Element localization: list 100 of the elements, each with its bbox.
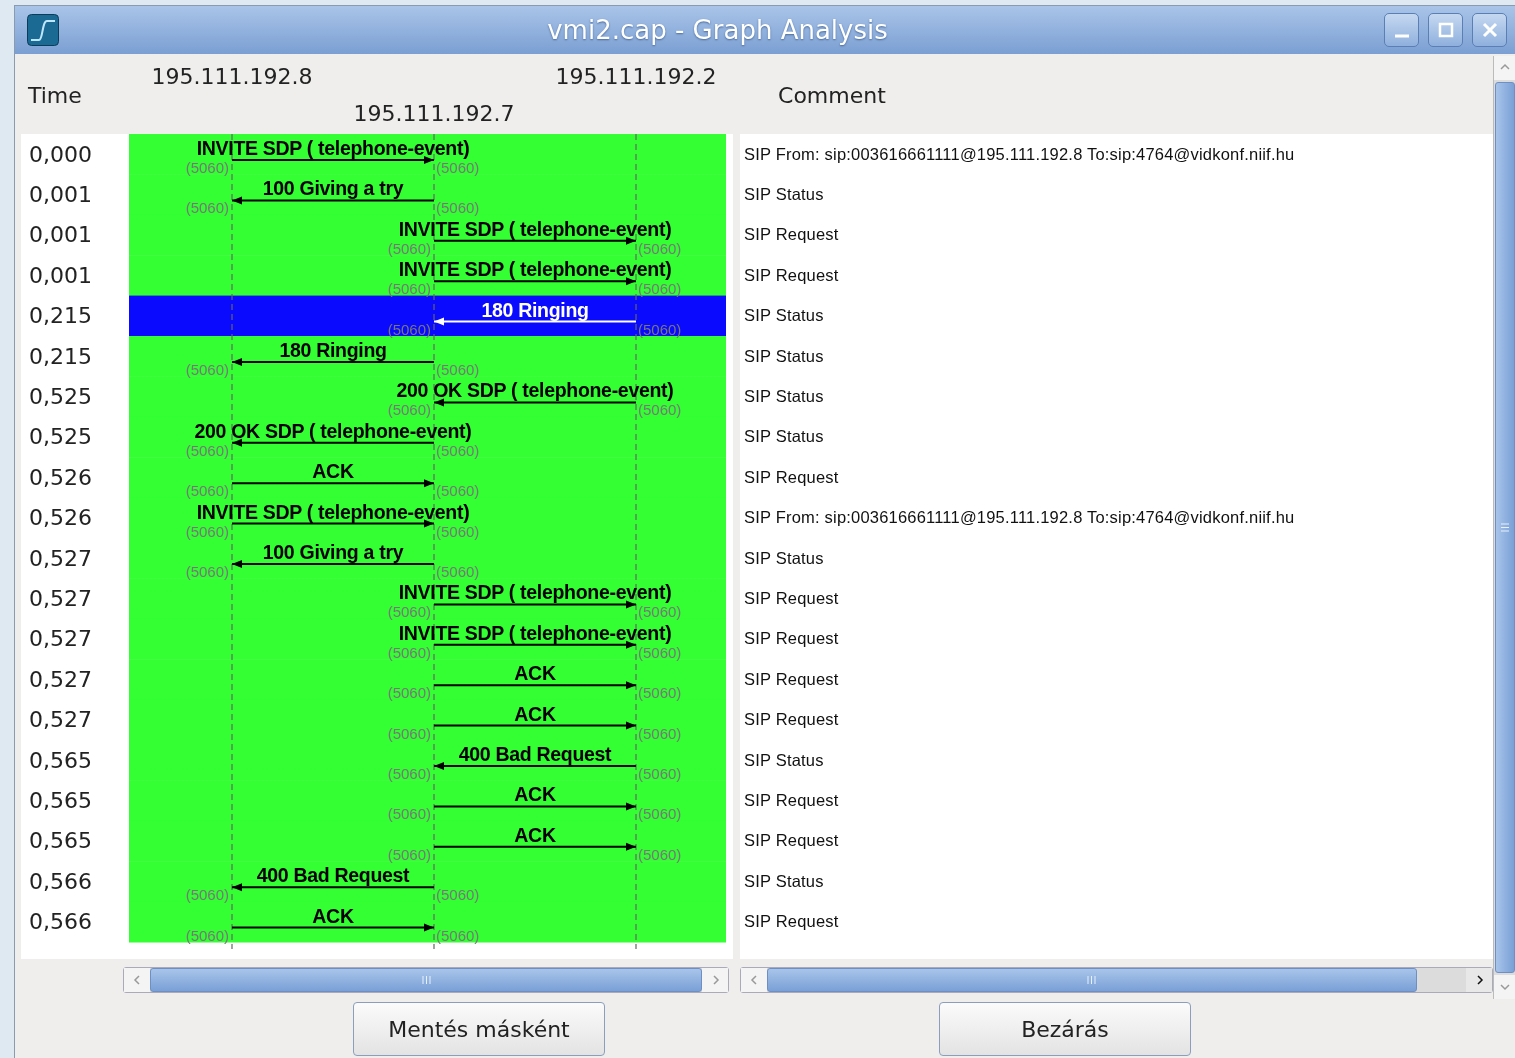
- comment-cell-text: SIP From: sip:003616661111@195.111.192.8 To:sip:4764@vidkonf.niif.hu: [743, 507, 1296, 529]
- maximize-icon: [1436, 21, 1455, 39]
- dialog-button[interactable]: Mentés másként: [353, 1002, 605, 1056]
- port-label: (5060): [638, 320, 682, 338]
- comment-cell-text: SIP Request: [743, 668, 840, 690]
- node-address: 195.111.192.8: [151, 64, 313, 89]
- time-cell-text: 0,001: [28, 221, 93, 250]
- port-label: (5060): [387, 603, 431, 621]
- time-cell-text: 0,527: [28, 585, 93, 613]
- comment-cell-text: SIP Status: [743, 749, 825, 771]
- port-label: (5060): [387, 320, 431, 338]
- chevron-icon: [1499, 981, 1511, 993]
- message-row[interactable]: [129, 134, 726, 175]
- port-label: (5060): [185, 563, 229, 580]
- time-cell-text: 0,566: [28, 908, 93, 937]
- message-label: INVITE SDP ( telephone-event): [196, 500, 470, 523]
- close-button[interactable]: [1472, 13, 1507, 47]
- port-label: (5060): [185, 522, 229, 540]
- message-label: ACK: [312, 904, 354, 927]
- time-cell-text: 0,526: [28, 463, 93, 492]
- grip-icon: [1087, 976, 1097, 984]
- message-row[interactable]: [129, 214, 726, 256]
- port-label: (5060): [638, 724, 682, 742]
- comment-cell-text: SIP Request: [743, 264, 840, 286]
- message-row[interactable]: [129, 336, 726, 377]
- message-row[interactable]: [129, 295, 726, 337]
- port-label: (5060): [387, 401, 431, 419]
- message-row[interactable]: [129, 174, 726, 216]
- message-label: INVITE SDP ( telephone-event): [196, 137, 470, 159]
- time-cell-text: 0,565: [28, 786, 93, 815]
- message-row[interactable]: [129, 740, 726, 781]
- message-row[interactable]: [129, 659, 726, 701]
- message-label: 200 OK SDP ( telephone-event): [396, 379, 674, 402]
- message-row[interactable]: [129, 618, 726, 660]
- comment-cell-text: SIP Request: [743, 588, 840, 609]
- node-address: 195.111.192.7: [353, 101, 515, 126]
- port-label: (5060): [436, 886, 480, 904]
- port-label: (5060): [638, 805, 682, 823]
- column-header: Time: [27, 82, 83, 108]
- scroll-left-button[interactable]: [741, 968, 768, 992]
- maximize-button[interactable]: [1428, 13, 1463, 47]
- close-icon: [1480, 21, 1499, 39]
- comment-cell-text: SIP Status: [743, 345, 825, 367]
- message-row[interactable]: [129, 416, 726, 458]
- port-label: (5060): [638, 765, 682, 782]
- time-cell-text: 0,527: [28, 625, 93, 654]
- port-label: (5060): [436, 159, 480, 176]
- port-label: (5060): [185, 441, 229, 459]
- scroll-right-button[interactable]: [1466, 968, 1493, 992]
- time-cell-text: 0,566: [28, 867, 93, 896]
- time-cell-text: 0,001: [28, 261, 93, 290]
- node-address: 195.111.192.2: [555, 64, 717, 89]
- chevron-icon: [748, 974, 760, 986]
- message-row[interactable]: [129, 820, 726, 862]
- time-cell-text: 0,215: [28, 342, 93, 371]
- message-row[interactable]: [129, 578, 726, 620]
- message-label: INVITE SDP ( telephone-event): [398, 621, 672, 644]
- port-label: (5060): [185, 482, 229, 500]
- port-label: (5060): [638, 845, 682, 863]
- message-label: ACK: [312, 460, 354, 483]
- port-label: (5060): [387, 643, 431, 661]
- comment-cell-text: SIP Request: [743, 466, 840, 488]
- time-cell-text: 0,565: [28, 746, 93, 775]
- horizontal-scrollbar[interactable]: [123, 967, 729, 993]
- time-cell-text: 0,001: [28, 181, 93, 210]
- port-label: (5060): [185, 361, 229, 378]
- port-label: (5060): [638, 684, 682, 702]
- message-label: INVITE SDP ( telephone-event): [398, 217, 672, 240]
- time-cell-text: 0,525: [28, 423, 93, 452]
- comment-cell-text: SIP Request: [743, 830, 840, 852]
- window-title: vmi2.cap - Graph Analysis: [546, 15, 889, 45]
- horizontal-scrollbar[interactable]: [740, 967, 1494, 993]
- dialog-button[interactable]: Bezárás: [939, 1002, 1191, 1056]
- scrollbar-thumb[interactable]: [767, 968, 1417, 992]
- message-label: 180 Ringing: [279, 339, 387, 361]
- port-label: (5060): [638, 603, 682, 621]
- message-row[interactable]: [129, 538, 726, 579]
- comment-cell-text: SIP Status: [743, 386, 825, 408]
- time-cell-text: 0,527: [28, 544, 93, 573]
- port-label: (5060): [387, 845, 431, 863]
- message-label: 100 Giving a try: [262, 541, 404, 563]
- grip-icon: [421, 976, 431, 984]
- time-cell-text: 0,525: [28, 383, 93, 412]
- port-label: (5060): [436, 522, 480, 540]
- port-label: (5060): [185, 886, 229, 904]
- scrollbar-thumb[interactable]: [150, 968, 702, 992]
- port-label: (5060): [638, 239, 682, 257]
- message-row[interactable]: [129, 457, 726, 499]
- message-row[interactable]: [129, 255, 726, 297]
- port-label: (5060): [638, 643, 682, 661]
- comment-cell-text: SIP Status: [743, 305, 825, 327]
- time-cell-text: 0,526: [28, 504, 93, 533]
- minimize-button[interactable]: [1384, 13, 1419, 47]
- message-row[interactable]: [129, 376, 726, 418]
- port-label: (5060): [185, 159, 229, 176]
- message-label: 400 Bad Request: [458, 743, 612, 765]
- minimize-icon: [1394, 34, 1409, 38]
- time-cell-text: 0,565: [28, 827, 93, 856]
- message-row[interactable]: [129, 861, 726, 903]
- port-label: (5060): [387, 684, 431, 702]
